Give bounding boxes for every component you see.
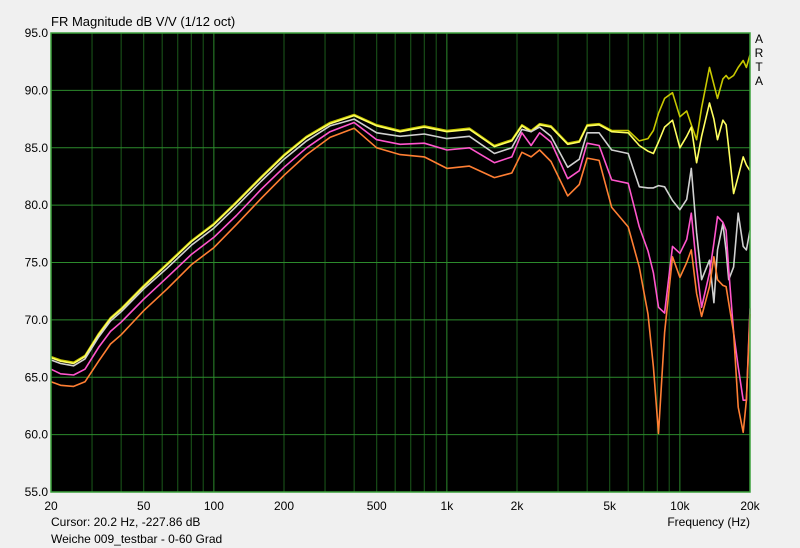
x-tick-label: 20k xyxy=(740,499,760,513)
y-tick-label: 75.0 xyxy=(25,256,49,270)
cursor-readout: Cursor: 20.2 Hz, -227.86 dB xyxy=(51,515,201,529)
y-tick-label: 95.0 xyxy=(25,26,49,40)
measurement-name: Weiche 009_testbar - 0-60 Grad xyxy=(51,532,223,546)
y-tick-label: 85.0 xyxy=(25,141,49,155)
x-tick-label: 5k xyxy=(603,499,617,513)
x-tick-label: 500 xyxy=(367,499,387,513)
x-tick-label: 10k xyxy=(670,499,690,513)
y-tick-label: 90.0 xyxy=(25,83,49,97)
y-tick-label: 60.0 xyxy=(25,428,49,442)
x-tick-label: 2k xyxy=(511,499,525,513)
y-tick-label: 80.0 xyxy=(25,198,49,212)
y-tick-label: 55.0 xyxy=(25,485,49,499)
x-tick-label: 50 xyxy=(137,499,151,513)
x-tick-label: 20 xyxy=(44,499,58,513)
x-tick-label: 100 xyxy=(204,499,224,513)
x-tick-label: 200 xyxy=(274,499,294,513)
frequency-response-chart[interactable]: 95.0 90.0 85.0 80.0 75.0 70.0 65.0 60.0 55.020 50… xyxy=(0,0,800,548)
y-tick-label: 65.0 xyxy=(25,370,49,384)
y-tick-label: 70.0 xyxy=(25,313,49,327)
x-axis-label: Frequency (Hz) xyxy=(667,515,750,529)
x-tick-label: 1k xyxy=(441,499,455,513)
